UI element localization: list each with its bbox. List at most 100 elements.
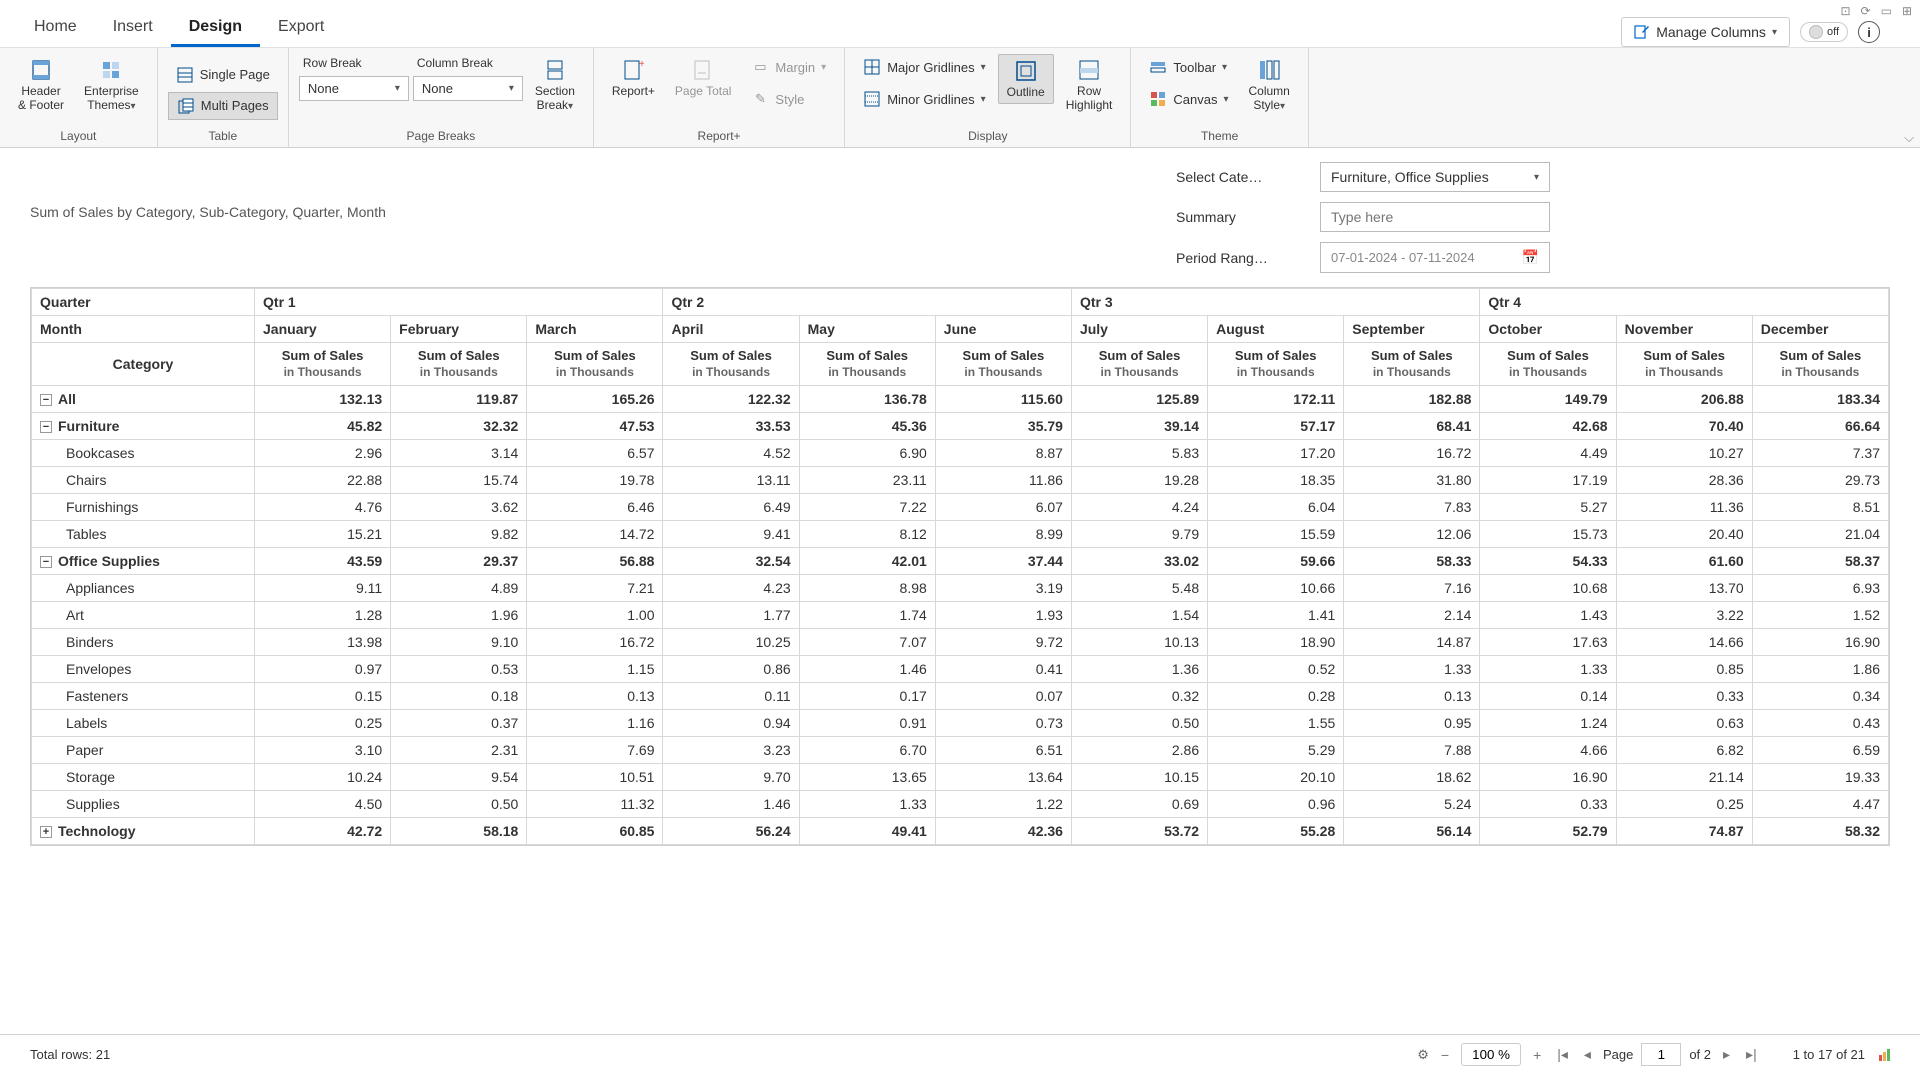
major-gridlines-button[interactable]: Major Gridlines▾: [855, 54, 993, 80]
data-table-wrap: Quarter Qtr 1 Qtr 2 Qtr 3 Qtr 4 Month Ja…: [30, 287, 1890, 846]
measure-header: Sum of Salesin Thousands: [1480, 343, 1616, 386]
value-cell: 0.91: [799, 710, 935, 737]
column-break-select[interactable]: None▾: [413, 76, 523, 101]
info-button[interactable]: i: [1858, 21, 1880, 43]
value-cell: 0.43: [1752, 710, 1888, 737]
value-cell: 1.22: [935, 791, 1071, 818]
first-page-button[interactable]: |◂: [1553, 1044, 1572, 1065]
zoom-out-button[interactable]: −: [1437, 1045, 1453, 1065]
value-cell: 13.98: [255, 629, 391, 656]
enterprise-themes-button[interactable]: Enterprise Themes▾: [76, 54, 147, 118]
measure-header: Sum of Salesin Thousands: [1071, 343, 1207, 386]
manage-columns-button[interactable]: Manage Columns ▾: [1621, 17, 1790, 47]
row-break-select[interactable]: None▾: [299, 76, 409, 101]
collapse-ribbon-icon[interactable]: ⌵: [1904, 130, 1914, 146]
toggle-dot-icon: [1809, 25, 1823, 39]
expand-toggle[interactable]: +: [40, 826, 52, 838]
value-cell: 11.32: [527, 791, 663, 818]
single-page-icon: [176, 66, 194, 84]
value-cell: 7.37: [1752, 440, 1888, 467]
zoom-level-input[interactable]: [1461, 1043, 1521, 1066]
margin-button[interactable]: ▭Margin▾: [743, 54, 834, 80]
tab-insert[interactable]: Insert: [95, 8, 171, 47]
measure-header: Sum of Salesin Thousands: [255, 343, 391, 386]
value-cell: 21.04: [1752, 521, 1888, 548]
value-cell: 68.41: [1344, 413, 1480, 440]
value-cell: 0.14: [1480, 683, 1616, 710]
outline-button[interactable]: Outline: [998, 54, 1054, 104]
value-cell: 1.96: [391, 602, 527, 629]
report-plus-icon: +: [621, 58, 645, 82]
month-feb: February: [391, 316, 527, 343]
tab-export[interactable]: Export: [260, 8, 342, 47]
single-page-button[interactable]: Single Page: [168, 62, 278, 88]
value-cell: 172.11: [1208, 386, 1344, 413]
multi-pages-button[interactable]: Multi Pages: [168, 92, 278, 120]
month-aug: August: [1208, 316, 1344, 343]
summary-input[interactable]: [1331, 209, 1539, 225]
next-page-button[interactable]: ▸: [1719, 1044, 1734, 1065]
column-style-button[interactable]: Column Style▾: [1241, 54, 1298, 118]
value-cell: 0.53: [391, 656, 527, 683]
page-number-input[interactable]: [1641, 1043, 1681, 1066]
settings-gear-icon[interactable]: ⚙: [1417, 1047, 1429, 1063]
value-cell: 42.36: [935, 818, 1071, 845]
section-break-button[interactable]: Section Break▾: [527, 54, 583, 118]
win-icon-2[interactable]: ⟳: [1861, 4, 1871, 18]
tab-home[interactable]: Home: [16, 8, 95, 47]
value-cell: 0.94: [663, 710, 799, 737]
canvas-theme-button[interactable]: Canvas▾: [1141, 86, 1236, 112]
row-highlight-button[interactable]: Row Highlight: [1058, 54, 1121, 116]
table-row: Supplies4.500.5011.321.461.331.220.690.9…: [32, 791, 1889, 818]
value-cell: 1.33: [799, 791, 935, 818]
value-cell: 1.33: [1480, 656, 1616, 683]
month-sep: September: [1344, 316, 1480, 343]
expand-toggle[interactable]: −: [40, 556, 52, 568]
value-cell: 2.96: [255, 440, 391, 467]
page-total-button[interactable]: Page Total: [667, 54, 740, 102]
month-header-row: Month January February March April May J…: [32, 316, 1889, 343]
status-bar: Total rows: 21 ⚙ − + |◂ ◂ Page of 2 ▸ ▸|…: [0, 1034, 1920, 1074]
value-cell: 19.28: [1071, 467, 1207, 494]
month-header-label: Month: [32, 316, 255, 343]
expand-toggle[interactable]: −: [40, 421, 52, 433]
value-cell: 32.32: [391, 413, 527, 440]
grid-minor-icon: [863, 90, 881, 108]
expand-toggle[interactable]: −: [40, 394, 52, 406]
manage-columns-label: Manage Columns: [1656, 24, 1766, 40]
win-icon-4[interactable]: ⊞: [1902, 4, 1912, 18]
value-cell: 56.24: [663, 818, 799, 845]
win-icon-1[interactable]: ⊡: [1840, 4, 1850, 18]
value-cell: 42.72: [255, 818, 391, 845]
measure-header: Sum of Salesin Thousands: [1616, 343, 1752, 386]
value-cell: 23.11: [799, 467, 935, 494]
value-cell: 11.86: [935, 467, 1071, 494]
category-cell: Bookcases: [32, 440, 255, 467]
header-footer-button[interactable]: Header & Footer: [10, 54, 72, 116]
zoom-in-button[interactable]: +: [1529, 1045, 1545, 1065]
total-rows-label: Total rows: 21: [30, 1047, 110, 1062]
value-cell: 0.13: [1344, 683, 1480, 710]
style-button[interactable]: ✎Style: [743, 86, 834, 112]
value-cell: 14.72: [527, 521, 663, 548]
period-range-picker[interactable]: 07-01-2024 - 07-11-2024📅: [1320, 242, 1550, 273]
toolbar-theme-button[interactable]: Toolbar▾: [1141, 54, 1236, 80]
value-cell: 59.66: [1208, 548, 1344, 575]
category-cell: Fasteners: [32, 683, 255, 710]
value-cell: 125.89: [1071, 386, 1207, 413]
prev-page-button[interactable]: ◂: [1580, 1044, 1595, 1065]
value-cell: 1.77: [663, 602, 799, 629]
value-cell: 6.46: [527, 494, 663, 521]
value-cell: 6.07: [935, 494, 1071, 521]
last-page-button[interactable]: ▸|: [1742, 1044, 1761, 1065]
tab-design[interactable]: Design: [171, 8, 260, 47]
table-row: Tables15.219.8214.729.418.128.999.7915.5…: [32, 521, 1889, 548]
value-cell: 4.76: [255, 494, 391, 521]
feature-toggle[interactable]: off: [1800, 22, 1848, 42]
value-cell: 16.90: [1752, 629, 1888, 656]
win-icon-3[interactable]: ▭: [1881, 4, 1892, 18]
select-category-dropdown[interactable]: Furniture, Office Supplies▾: [1320, 162, 1550, 192]
category-cell: Chairs: [32, 467, 255, 494]
report-plus-button[interactable]: + Report+: [604, 54, 663, 102]
minor-gridlines-button[interactable]: Minor Gridlines▾: [855, 86, 993, 112]
